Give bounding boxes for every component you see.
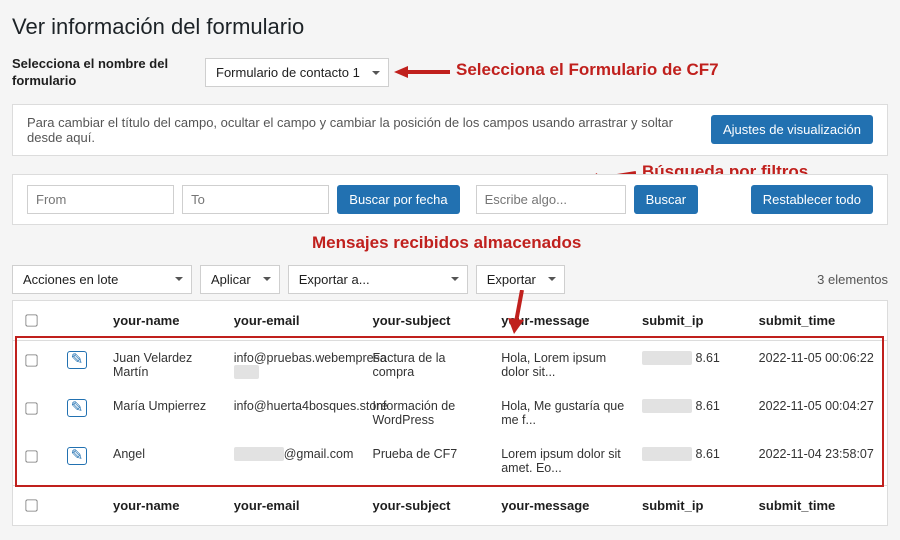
display-settings-text: Para cambiar el título del campo, oculta… <box>27 115 711 145</box>
form-select-label: Selecciona el nombre del formulario <box>12 56 187 90</box>
col-submit-time-footer: submit_time <box>751 485 888 525</box>
col-submit-ip-footer: submit_ip <box>634 485 751 525</box>
from-date-input[interactable] <box>27 185 174 214</box>
cell-your-message: Lorem ipsum dolor sit amet. Eo... <box>493 437 634 486</box>
col-your-email[interactable]: your-email <box>226 300 365 340</box>
search-button[interactable]: Buscar <box>634 185 698 214</box>
row-checkbox[interactable] <box>25 402 37 414</box>
cell-your-message: Hola, Lorem ipsum dolor sit... <box>493 340 634 389</box>
col-your-subject-footer: your-subject <box>364 485 493 525</box>
col-your-email-footer: your-email <box>226 485 365 525</box>
cell-your-email: info@huerta4bosques.store <box>226 389 365 437</box>
table-row: ✎ AngelXXXXXX@gmail.comPrueba de CF7Lorem… <box>13 437 888 486</box>
page-title: Ver información del formulario <box>12 14 888 40</box>
cell-submit-ip: XXXXXX 8.61 <box>634 340 751 389</box>
form-select[interactable]: Formulario de contacto 1 <box>205 58 389 87</box>
cell-your-name: María Umpierrez <box>105 389 226 437</box>
select-all-checkbox[interactable] <box>25 314 37 326</box>
select-all-header[interactable] <box>13 300 49 340</box>
bulk-actions-select[interactable]: Acciones en lote <box>12 265 192 294</box>
col-your-message-footer: your-message <box>493 485 634 525</box>
col-submit-time[interactable]: submit_time <box>751 300 888 340</box>
annotation-stored: Mensajes recibidos almacenados <box>312 233 581 253</box>
annotation-select-form: Selecciona el Formulario de CF7 <box>456 60 719 80</box>
export-to-select[interactable]: Exportar a... <box>288 265 468 294</box>
reset-button[interactable]: Restablecer todo <box>751 185 873 214</box>
search-input[interactable] <box>476 185 626 214</box>
cell-submit-ip: XXXXXX 8.61 <box>634 389 751 437</box>
cell-your-name: Angel <box>105 437 226 486</box>
search-by-date-button[interactable]: Buscar por fecha <box>337 185 459 214</box>
to-date-input[interactable] <box>182 185 329 214</box>
row-checkbox[interactable] <box>25 450 37 462</box>
arrow-icon <box>394 64 450 80</box>
cell-your-subject: Prueba de CF7 <box>364 437 493 486</box>
cell-your-subject: Factura de la compra <box>364 340 493 389</box>
element-count: 3 elementos <box>817 272 888 287</box>
entries-table: your-name your-email your-subject your-m… <box>12 300 888 526</box>
cell-submit-ip: XXXXXX 8.61 <box>634 437 751 486</box>
col-submit-ip[interactable]: submit_ip <box>634 300 751 340</box>
cell-submit-time: 2022-11-04 23:58:07 <box>751 437 888 486</box>
col-your-name[interactable]: your-name <box>105 300 226 340</box>
cell-your-message: Hola, Me gustaría que me f... <box>493 389 634 437</box>
col-your-message[interactable]: your-message <box>493 300 634 340</box>
cell-your-email: info@pruebas.webempresaXXX <box>226 340 365 389</box>
row-checkbox[interactable] <box>25 354 37 366</box>
table-row: ✎ María Umpierrezinfo@huerta4bosques.stor… <box>13 389 888 437</box>
cell-submit-time: 2022-11-05 00:04:27 <box>751 389 888 437</box>
display-settings-button[interactable]: Ajustes de visualización <box>711 115 873 144</box>
col-your-subject[interactable]: your-subject <box>364 300 493 340</box>
edit-icon[interactable]: ✎ <box>67 351 88 369</box>
apply-button[interactable]: Aplicar <box>200 265 280 294</box>
export-button[interactable]: Exportar <box>476 265 565 294</box>
edit-icon[interactable]: ✎ <box>67 399 88 417</box>
cell-your-email: XXXXXX@gmail.com <box>226 437 365 486</box>
cell-your-name: Juan Velardez Martín <box>105 340 226 389</box>
col-your-name-footer: your-name <box>105 485 226 525</box>
cell-submit-time: 2022-11-05 00:06:22 <box>751 340 888 389</box>
edit-icon[interactable]: ✎ <box>67 447 88 465</box>
table-row: ✎ Juan Velardez Martíninfo@pruebas.webemp… <box>13 340 888 389</box>
cell-your-subject: Información de WordPress <box>364 389 493 437</box>
